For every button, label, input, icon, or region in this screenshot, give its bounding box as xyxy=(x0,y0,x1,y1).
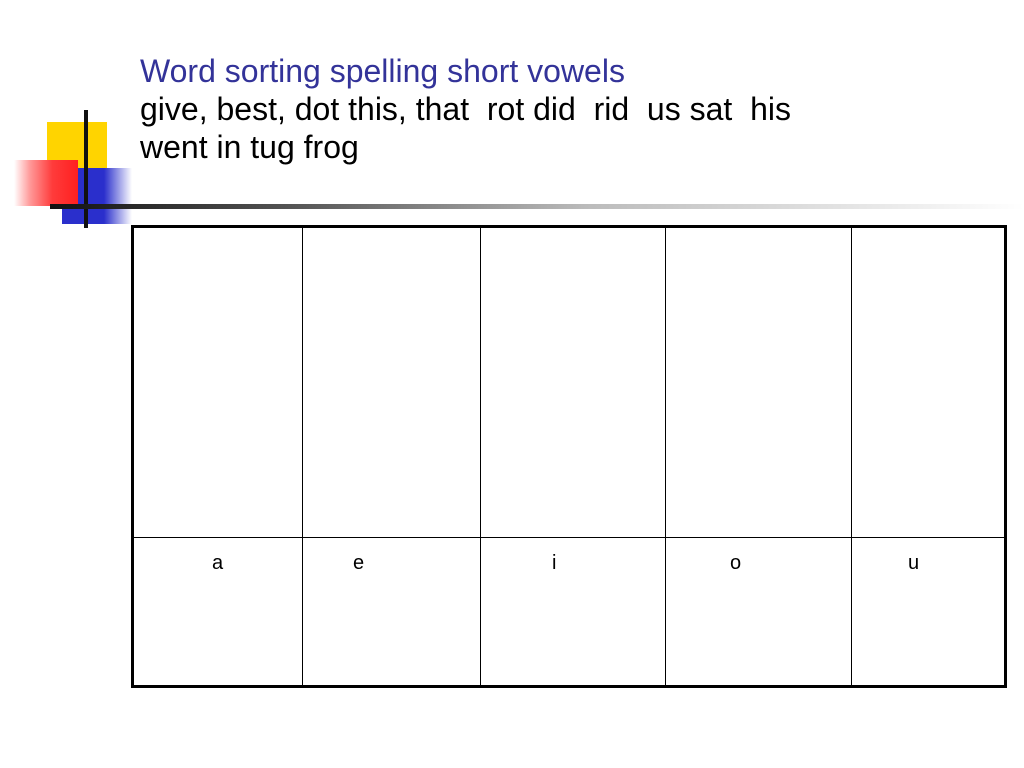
slide-title-block: Word sorting spelling short vowels give,… xyxy=(140,52,1000,166)
vertical-rule-decoration xyxy=(84,110,88,228)
vowel-label-o: o xyxy=(730,552,742,574)
vowel-label-a: a xyxy=(212,552,224,574)
vowel-label-cell: u xyxy=(851,537,1006,687)
slide-title: Word sorting spelling short vowels xyxy=(140,53,625,89)
sort-cell-u[interactable] xyxy=(851,226,1006,538)
red-square-decoration xyxy=(14,160,78,206)
vowel-label-cell: o xyxy=(665,537,852,687)
sort-row xyxy=(132,226,1006,538)
vowel-label-row: a e i o u xyxy=(132,537,1006,687)
vowel-label-cell: a xyxy=(132,537,303,687)
word-list: give, best, dot this, that rot did rid u… xyxy=(140,91,791,165)
vowel-sort-table: a e i o u xyxy=(131,225,1007,688)
vowel-label-cell: i xyxy=(480,537,666,687)
vowel-label-u: u xyxy=(908,552,920,574)
sort-cell-a[interactable] xyxy=(132,226,303,538)
vowel-label-cell: e xyxy=(302,537,481,687)
sort-cell-i[interactable] xyxy=(480,226,666,538)
sort-cell-o[interactable] xyxy=(665,226,852,538)
horizontal-rule-divider xyxy=(50,204,1024,209)
vowel-label-e: e xyxy=(353,552,365,574)
sort-cell-e[interactable] xyxy=(302,226,481,538)
vowel-label-i: i xyxy=(552,552,557,574)
